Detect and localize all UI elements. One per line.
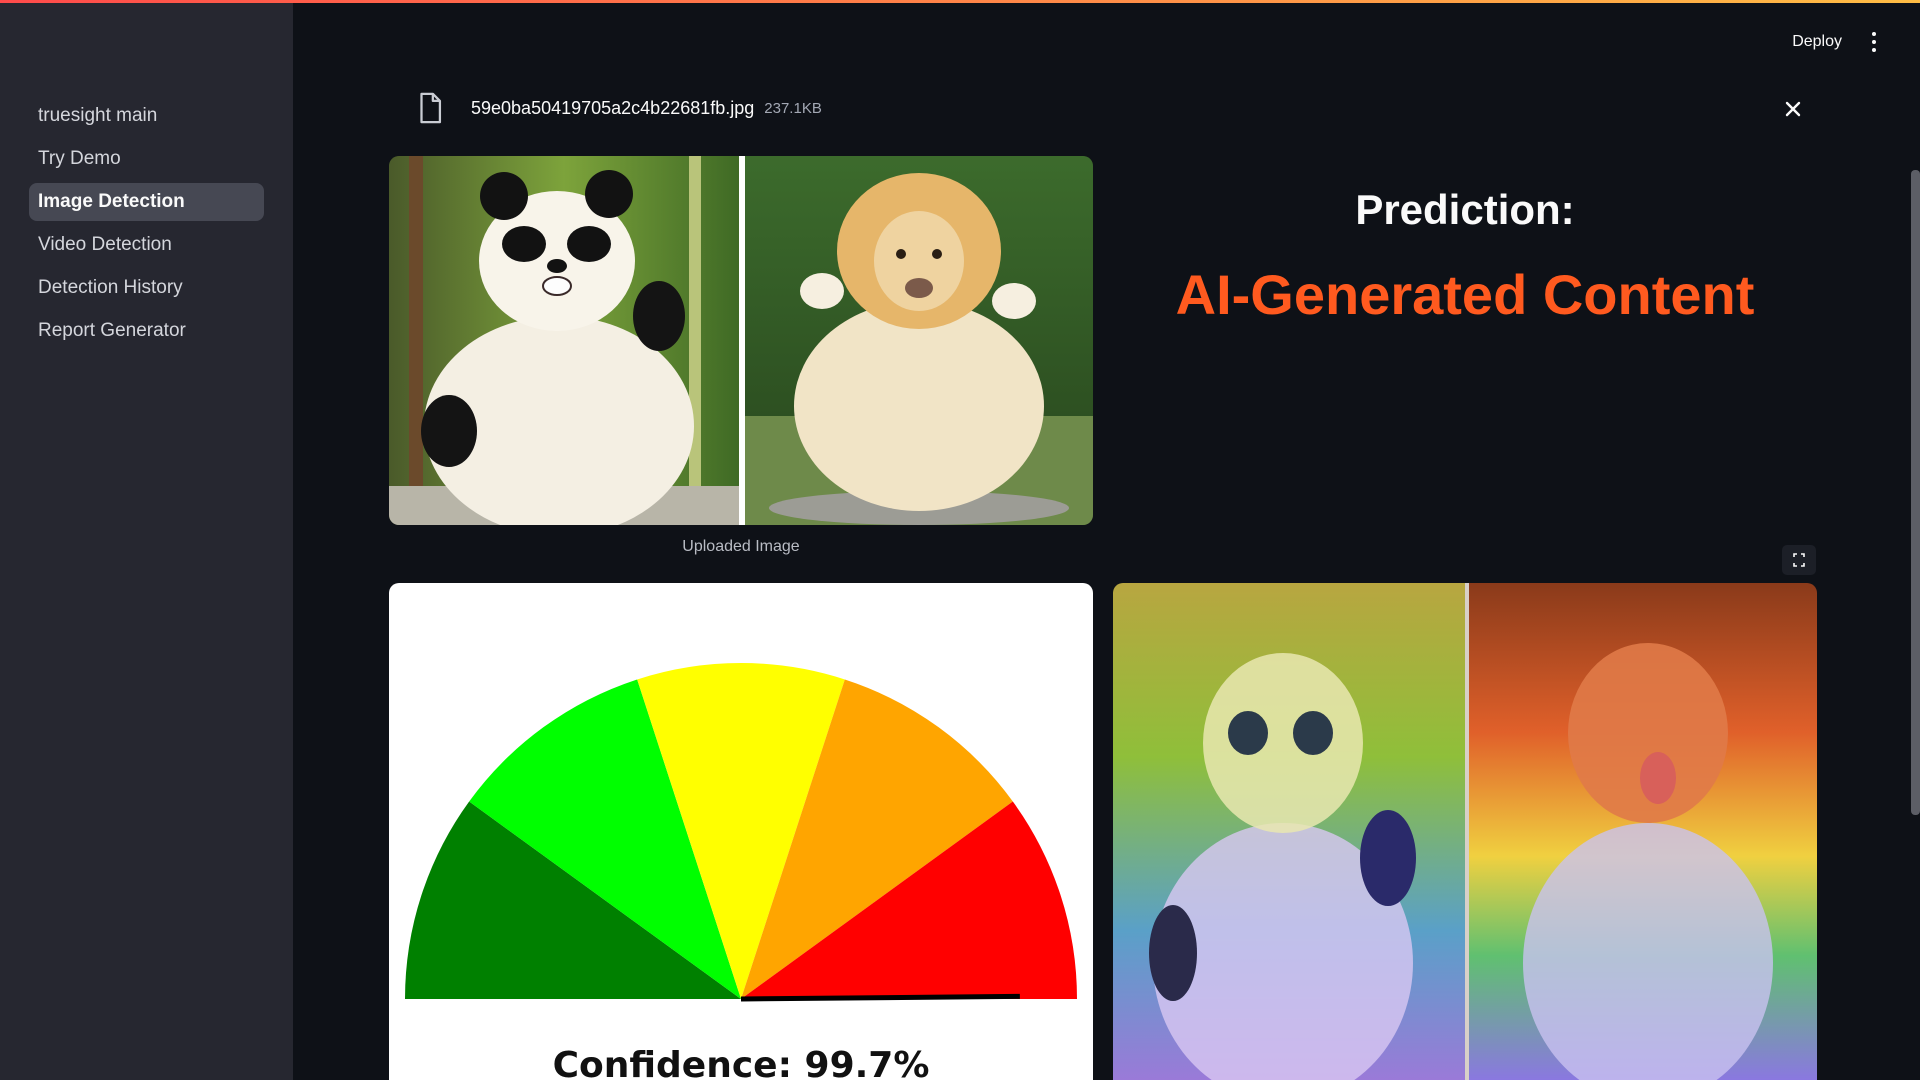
sidebar-item-report-generator[interactable]: Report Generator — [29, 312, 264, 350]
fullscreen-icon — [1793, 553, 1805, 567]
sidebar: truesight main Try Demo Image Detection … — [0, 0, 293, 1080]
sidebar-item-truesight-main[interactable]: truesight main — [29, 97, 264, 135]
sidebar-item-video-detection[interactable]: Video Detection — [29, 226, 264, 264]
uploaded-file-row: 59e0ba50419705a2c4b22681fb.jpg 237.1KB — [413, 88, 1808, 128]
deploy-button[interactable]: Deploy — [1792, 33, 1842, 51]
prediction-value: AI-Generated Content — [1175, 263, 1755, 326]
kebab-menu-icon[interactable] — [1862, 28, 1886, 56]
file-name: 59e0ba50419705a2c4b22681fb.jpg — [471, 97, 755, 118]
sidebar-nav: truesight main Try Demo Image Detection … — [29, 97, 264, 355]
fullscreen-button[interactable] — [1782, 545, 1816, 575]
sidebar-item-try-demo[interactable]: Try Demo — [29, 140, 264, 178]
sidebar-item-detection-history[interactable]: Detection History — [29, 269, 264, 307]
gauge-needle — [740, 993, 1020, 1002]
close-icon[interactable] — [1778, 94, 1808, 124]
image-caption: Uploaded Image — [682, 538, 800, 555]
scrollbar[interactable] — [1911, 170, 1920, 815]
uploaded-image-illustration — [389, 156, 1093, 525]
heatmap-illustration — [1113, 583, 1817, 1080]
heatmap-image — [1113, 583, 1817, 1080]
confidence-text: Confidence: 99.7% — [552, 1045, 930, 1080]
uploaded-image — [389, 156, 1093, 525]
prediction-label: Prediction: — [1355, 186, 1575, 233]
confidence-gauge — [405, 663, 1077, 1002]
confidence-gauge-card: Confidence: 99.7% — [389, 583, 1093, 1080]
header-decoration-bar — [0, 0, 1920, 3]
sidebar-item-image-detection[interactable]: Image Detection — [29, 183, 264, 221]
header-actions: Deploy — [1792, 28, 1886, 56]
file-size: 237.1KB — [764, 99, 822, 117]
file-icon — [420, 92, 442, 124]
